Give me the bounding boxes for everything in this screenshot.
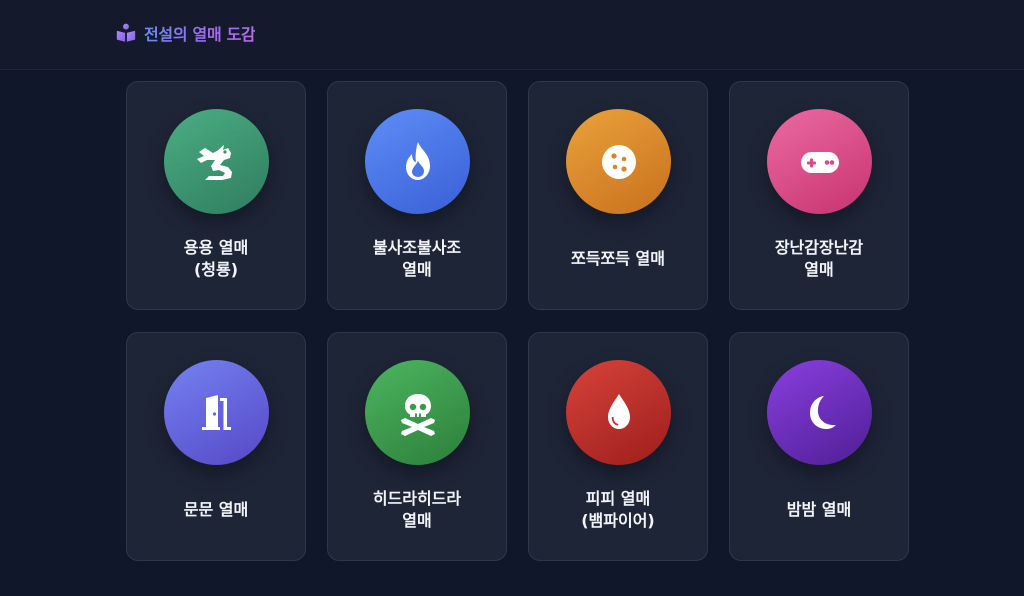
fruit-name: 히드라히드라 열매 (336, 485, 498, 535)
fruit-name-line1: 피피 열매 (585, 489, 651, 508)
door-icon (201, 394, 231, 430)
fruit-name: 피피 열매 (뱀파이어) (537, 485, 699, 535)
top-bar: 전설의 열매 도감 (0, 0, 1024, 70)
fruit-card[interactable]: 밤밤 열매 (729, 332, 909, 561)
page-title: 전설의 열매 도감 (144, 21, 256, 45)
moon-icon (809, 395, 836, 429)
fruit-icon-circle (566, 360, 671, 465)
book-reader-icon (115, 22, 137, 44)
fruit-card[interactable]: 불사조불사조 열매 (327, 81, 507, 310)
fruit-name-line2: 열매 (402, 260, 432, 279)
blood-drop-icon (607, 393, 630, 429)
fruit-name-line1: 쪼득쪼득 열매 (571, 249, 665, 268)
fruit-name-line2: (청룡) (193, 260, 239, 279)
fruit-icon-circle (566, 109, 671, 214)
fruit-name-line1: 장난감장난감 (774, 238, 864, 257)
fruit-card[interactable]: 쪼득쪼득 열매 (528, 81, 708, 310)
fruit-name-line2: (뱀파이어) (581, 511, 655, 530)
fire-icon (405, 141, 430, 180)
fruit-card[interactable]: 장난감장난감 열매 (729, 81, 909, 310)
fruit-name-line2: 열매 (804, 260, 834, 279)
fruit-name-line2: 열매 (402, 511, 432, 530)
fruit-name-line1: 문문 열매 (183, 500, 249, 519)
gamepad-icon (800, 151, 839, 173)
fruit-card[interactable]: 용용 열매 (청룡) (126, 81, 306, 310)
fruit-name-line1: 히드라히드라 (372, 489, 462, 508)
cookie-icon (601, 144, 636, 179)
fruit-name: 쪼득쪼득 열매 (537, 234, 699, 284)
fruit-icon-circle (365, 109, 470, 214)
fruit-name: 불사조불사조 열매 (336, 234, 498, 284)
fruit-name: 용용 열매 (청룡) (135, 234, 297, 284)
fruit-icon-circle (767, 109, 872, 214)
fruit-icon-circle (767, 360, 872, 465)
skull-crossbones-icon (400, 393, 435, 436)
fruit-name-line1: 불사조불사조 (372, 238, 462, 257)
fruit-name: 문문 열매 (135, 485, 297, 535)
fruit-name: 밤밤 열매 (738, 485, 900, 535)
fruit-card[interactable]: 문문 열매 (126, 332, 306, 561)
fruit-grid: 용용 열매 (청룡) 불사조불사조 열매 쪼득쪼득 열매 장난감장난감 열매 문… (126, 81, 911, 561)
fruit-card[interactable]: 피피 열매 (뱀파이어) (528, 332, 708, 561)
fruit-icon-circle (365, 360, 470, 465)
fruit-name-line1: 용용 열매 (183, 238, 249, 257)
fruit-icon-circle (164, 109, 269, 214)
brand[interactable]: 전설의 열매 도감 (115, 21, 256, 45)
fruit-name: 장난감장난감 열매 (738, 234, 900, 284)
fruit-name-line1: 밤밤 열매 (786, 500, 852, 519)
fruit-card[interactable]: 히드라히드라 열매 (327, 332, 507, 561)
fruit-icon-circle (164, 360, 269, 465)
dragon-icon (196, 144, 232, 180)
